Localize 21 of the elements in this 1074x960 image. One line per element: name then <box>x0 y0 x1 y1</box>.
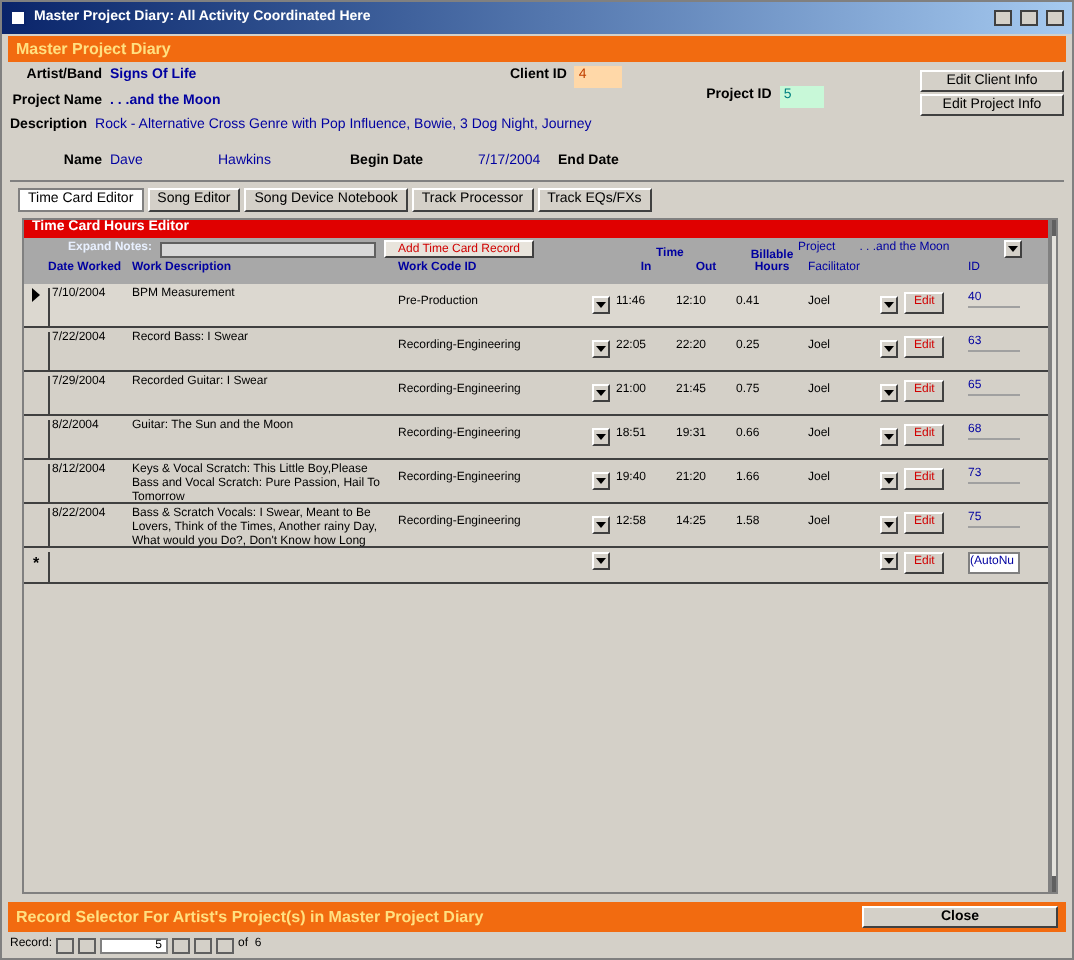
current-record-icon <box>32 288 40 302</box>
dropdown-arrow-icon[interactable] <box>592 552 610 570</box>
form-header: Master Project Diary <box>16 37 171 61</box>
dropdown-arrow-icon[interactable] <box>880 472 898 490</box>
dropdown-arrow-icon[interactable] <box>592 340 610 358</box>
new-record-marker: * <box>30 552 42 576</box>
dropdown-arrow-icon[interactable] <box>592 384 610 402</box>
dropdown-arrow-icon[interactable] <box>880 340 898 358</box>
app-icon <box>10 10 26 26</box>
dropdown-arrow-icon[interactable] <box>592 428 610 446</box>
dropdown-arrow-icon[interactable] <box>1003 240 1022 258</box>
notes-scroll-field[interactable] <box>160 241 376 257</box>
dropdown-arrow-icon[interactable] <box>880 516 898 534</box>
dropdown-arrow-icon[interactable] <box>880 428 898 446</box>
dropdown-arrow-icon[interactable] <box>592 472 610 490</box>
dropdown-arrow-icon[interactable] <box>880 296 898 314</box>
dropdown-arrow-icon[interactable] <box>592 516 610 534</box>
dropdown-arrow-icon[interactable] <box>592 296 610 314</box>
dropdown-arrow-icon[interactable] <box>880 384 898 402</box>
footer-title: Record Selector For Artist's Project(s) in Master Project Diary <box>16 905 486 929</box>
dropdown-arrow-icon[interactable] <box>880 552 898 570</box>
